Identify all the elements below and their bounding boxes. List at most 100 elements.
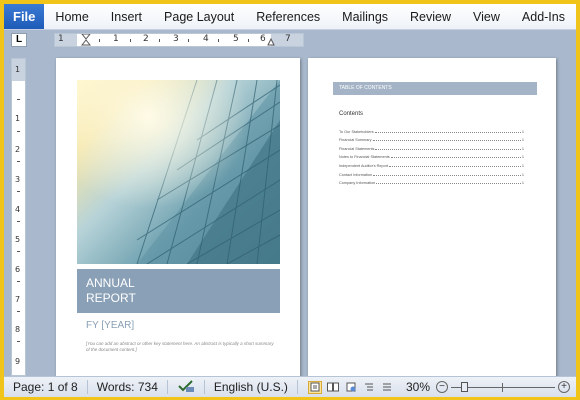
toc-leader xyxy=(373,174,521,176)
toc-entry-label: Company Information xyxy=(339,181,376,186)
tab-file[interactable]: File xyxy=(4,4,45,29)
ruler-tick xyxy=(188,39,189,42)
toc-entry[interactable]: Contact Information 1 xyxy=(339,168,524,177)
ruler-tick xyxy=(17,341,20,342)
print-layout-icon[interactable] xyxy=(307,380,322,394)
abstract-placeholder[interactable]: [You can add an abstract or other key st… xyxy=(86,341,276,353)
toc-entry-page: 1 xyxy=(521,138,524,143)
zoom-in-icon[interactable]: + xyxy=(558,381,570,393)
document-workspace: L 1 1 2 3 4 5 6 7 1 1 2 3 4 5 6 7 8 9 AN… xyxy=(4,30,576,376)
web-layout-icon[interactable] xyxy=(344,381,358,394)
toc-entry[interactable]: Company Information 1 xyxy=(339,177,524,186)
toc-entry-label: Independent Auditor's Report xyxy=(339,163,389,168)
fiscal-year-placeholder[interactable]: FY [YEAR] xyxy=(86,320,134,331)
zoom-out-icon[interactable]: − xyxy=(436,381,448,393)
toc-entry-label: Financial Summary xyxy=(339,138,372,143)
zoom-slider[interactable] xyxy=(451,381,555,393)
toc-entry[interactable]: Financial Statements 1 xyxy=(339,142,524,151)
toc-leader xyxy=(390,157,521,159)
ruler-number: 3 xyxy=(15,175,21,184)
toc-leader xyxy=(375,148,521,150)
tab-selector-button[interactable]: L xyxy=(11,33,27,47)
report-title-box[interactable]: ANNUAL REPORT xyxy=(77,269,280,313)
tab-insert[interactable]: Insert xyxy=(100,10,153,24)
ruler-number: 5 xyxy=(15,235,21,244)
tab-add-ins[interactable]: Add-Ins xyxy=(511,10,576,24)
ruler-number: 3 xyxy=(173,34,179,44)
indent-marker-icon[interactable] xyxy=(81,34,91,46)
toc-entry-label: To Our Stakeholders xyxy=(339,129,374,134)
ruler-tick xyxy=(17,281,20,282)
outline-icon[interactable] xyxy=(362,381,376,394)
toc-entry-page: 1 xyxy=(521,172,524,177)
toc-entry-page: 1 xyxy=(521,181,524,186)
ruler-tick xyxy=(159,39,160,42)
cover-building-image[interactable] xyxy=(77,80,280,264)
report-title: ANNUAL REPORT xyxy=(86,276,136,306)
draft-icon[interactable] xyxy=(380,381,394,394)
toc-entry-page: 1 xyxy=(521,163,524,168)
toc-entry-page: 1 xyxy=(521,146,524,151)
toc-entry-label: Contact Information xyxy=(339,172,373,177)
ruler-number: 5 xyxy=(233,34,239,44)
toc-entry[interactable]: Financial Summary 1 xyxy=(339,134,524,143)
zoom-level[interactable]: 30% xyxy=(396,380,436,394)
toc-entry-label: Notes to Financial Statements xyxy=(339,155,390,160)
vertical-ruler[interactable]: 1 1 2 3 4 5 6 7 8 9 xyxy=(11,58,26,376)
full-screen-reading-icon[interactable] xyxy=(326,381,340,394)
report-title-line-2: REPORT xyxy=(86,291,136,305)
tab-page-layout[interactable]: Page Layout xyxy=(153,10,245,24)
ruler-number: 1 xyxy=(58,34,64,44)
toc-entry[interactable]: Notes to Financial Statements 1 xyxy=(339,151,524,160)
toc-contents-heading: Contents xyxy=(339,111,364,117)
tab-home[interactable]: Home xyxy=(44,10,99,24)
ruler-tick xyxy=(218,39,219,42)
zoom-slider-center-mark xyxy=(502,383,503,392)
zoom-slider-thumb[interactable] xyxy=(461,382,468,392)
right-indent-marker-icon[interactable] xyxy=(267,35,275,46)
toc-entry[interactable]: To Our Stakeholders 1 xyxy=(339,125,524,134)
toc-leader xyxy=(376,183,521,185)
ribbon-tab-bar: File Home Insert Page Layout References … xyxy=(4,4,576,30)
status-bar: Page: 1 of 8 Words: 734 English (U.S.) 3… xyxy=(4,376,576,397)
ruler-tick xyxy=(99,39,100,42)
ruler-tick xyxy=(17,311,20,312)
page-count-status[interactable]: Page: 1 of 8 xyxy=(4,380,87,394)
ruler-number: 1 xyxy=(113,34,119,44)
document-page-cover[interactable]: ANNUAL REPORT FY [YEAR] [You can add an … xyxy=(56,58,300,376)
horizontal-ruler[interactable]: 1 1 2 3 4 5 6 7 xyxy=(54,33,304,47)
ruler-tick xyxy=(17,131,20,132)
toc-list: To Our Stakeholders 1 Financial Summary 1 … xyxy=(339,125,524,186)
ruler-number: 4 xyxy=(203,34,209,44)
ruler-tick xyxy=(17,221,20,222)
toc-leader xyxy=(374,131,521,133)
language-status[interactable]: English (U.S.) xyxy=(205,380,297,394)
document-page-toc[interactable]: TABLE OF CONTENTS Contents To Our Stakeh… xyxy=(308,58,556,376)
ruler-tick xyxy=(17,251,20,252)
tab-review[interactable]: Review xyxy=(399,10,462,24)
word-count-status[interactable]: Words: 734 xyxy=(88,380,167,394)
tab-file-label: File xyxy=(13,9,36,24)
toc-entry-page: 1 xyxy=(521,129,524,134)
toc-entry-label: Financial Statements xyxy=(339,146,375,151)
tab-mailings[interactable]: Mailings xyxy=(331,10,399,24)
toc-entry-page: 1 xyxy=(521,155,524,160)
ruler-number: 1 xyxy=(15,65,21,74)
toc-header-bar: TABLE OF CONTENTS xyxy=(333,82,537,95)
ruler-tick xyxy=(17,161,20,162)
toc-entry[interactable]: Independent Auditor's Report 1 xyxy=(339,159,524,168)
ruler-number: 1 xyxy=(15,114,21,123)
tab-view[interactable]: View xyxy=(462,10,511,24)
glass-building-illustration xyxy=(77,80,280,264)
ruler-number: 4 xyxy=(15,205,21,214)
ruler-tick xyxy=(17,99,20,100)
toc-leader xyxy=(389,165,521,167)
ruler-number: 2 xyxy=(15,145,21,154)
ruler-tick xyxy=(130,39,131,42)
ruler-tick xyxy=(17,191,20,192)
report-title-line-1: ANNUAL xyxy=(86,276,135,290)
tab-references[interactable]: References xyxy=(245,10,331,24)
ruler-number: 9 xyxy=(15,357,21,366)
ruler-number: 6 xyxy=(260,34,266,44)
spellcheck-icon[interactable] xyxy=(168,379,204,396)
